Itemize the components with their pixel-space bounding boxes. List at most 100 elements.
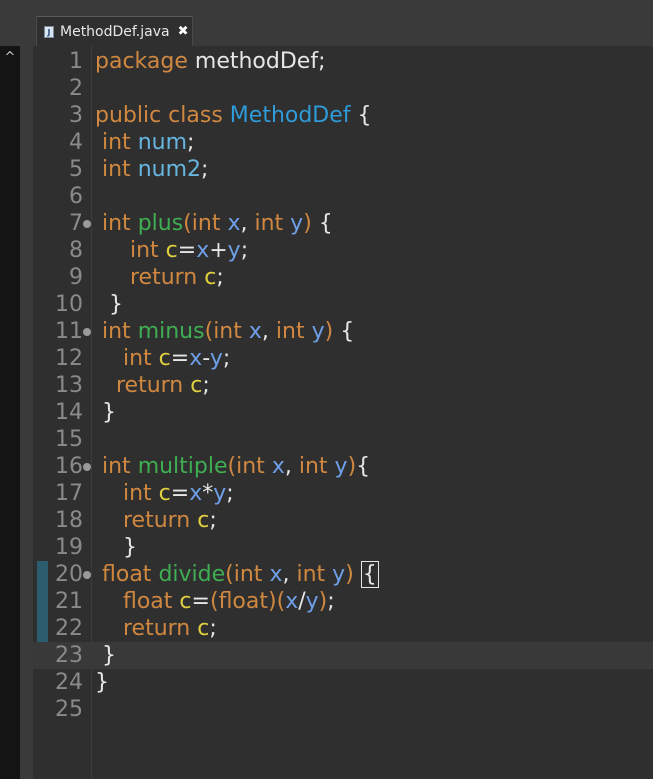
code-token: public class: [95, 103, 230, 128]
line-number: 6: [69, 184, 83, 209]
code-token: ): [318, 589, 328, 614]
code-token: return: [129, 265, 198, 290]
code-line[interactable]: 25: [33, 696, 653, 723]
code-line[interactable]: 18 return c;: [33, 507, 653, 534]
code-token: return: [122, 616, 191, 641]
code-token: }: [95, 670, 109, 695]
code-line[interactable]: 4 int num;: [33, 129, 653, 156]
code-text: }: [95, 669, 109, 696]
line-number: 23: [55, 643, 83, 668]
code-token: ,: [240, 211, 255, 236]
code-text: int plus(int x, int y) {: [95, 210, 333, 237]
fold-toggle-icon[interactable]: [83, 220, 91, 228]
fold-toggle-icon[interactable]: [83, 463, 91, 471]
code-token: int: [102, 157, 131, 182]
code-token: {: [311, 211, 333, 236]
code-line[interactable]: 9 return c;: [33, 264, 653, 291]
tab-methoddef-java[interactable]: J MethodDef.java ✖: [36, 16, 193, 46]
code-line[interactable]: 24}: [33, 669, 653, 696]
code-token: (: [227, 454, 237, 479]
code-line[interactable]: 10 }: [33, 291, 653, 318]
code-token: c: [204, 265, 217, 290]
code-line[interactable]: 7 int plus(int x, int y) {: [33, 210, 653, 237]
code-line[interactable]: 23 }: [33, 642, 653, 669]
code-line[interactable]: 21 float c=(float)(x/y);: [33, 588, 653, 615]
code-token: int: [102, 454, 131, 479]
code-line[interactable]: 16 int multiple(int x, int y){: [33, 453, 653, 480]
code-token: x: [196, 238, 210, 263]
fold-toggle-icon[interactable]: [83, 328, 91, 336]
code-text: int c=x*y;: [95, 480, 234, 507]
code-text: int num2;: [95, 156, 208, 183]
code-token: {: [360, 561, 379, 588]
code-line[interactable]: 20 float divide(int x, int y) {: [33, 561, 653, 588]
code-token: ): [268, 589, 277, 614]
code-line[interactable]: 13 return c;: [33, 372, 653, 399]
left-panel-strip: ^: [0, 0, 20, 779]
code-token: {: [333, 319, 355, 344]
line-number: 10: [55, 292, 83, 317]
code-editor[interactable]: 1 package methodDef; 2 3 public class Method…: [33, 46, 653, 779]
code-token: ;: [209, 508, 217, 533]
code-token: ;: [201, 157, 209, 182]
code-token: c: [158, 481, 171, 506]
code-token: c: [179, 589, 192, 614]
code-text: }: [95, 642, 116, 669]
code-line[interactable]: 6: [33, 183, 653, 210]
code-token: y: [311, 319, 325, 344]
code-token: }: [95, 535, 137, 560]
code-text: }: [95, 291, 123, 318]
code-line[interactable]: 19 }: [33, 534, 653, 561]
code-line[interactable]: 8 int c=x+y;: [33, 237, 653, 264]
code-line[interactable]: 12 int c=x-y;: [33, 345, 653, 372]
code-text: int num;: [95, 129, 194, 156]
code-token: ;: [202, 373, 210, 398]
chevron-up-icon[interactable]: ^: [0, 46, 20, 70]
code-line[interactable]: 15: [33, 426, 653, 453]
code-token: c: [165, 238, 178, 263]
code-line[interactable]: 5 int num2;: [33, 156, 653, 183]
code-line[interactable]: 17 int c=x*y;: [33, 480, 653, 507]
line-number: 11: [55, 319, 83, 344]
code-text: public class MethodDef {: [95, 102, 372, 129]
code-line[interactable]: 2: [33, 75, 653, 102]
fold-toggle-icon[interactable]: [83, 571, 91, 579]
code-token: return: [115, 373, 184, 398]
code-token: x: [189, 346, 203, 371]
code-token: int: [213, 319, 242, 344]
code-token: =: [191, 589, 210, 614]
code-text: float divide(int x, int y) {: [95, 561, 379, 588]
code-line[interactable]: 1 package methodDef;: [33, 48, 653, 75]
code-token: x: [269, 562, 283, 587]
code-token: float: [102, 562, 152, 587]
code-token: int: [233, 562, 263, 587]
code-token: ,: [261, 319, 276, 344]
line-number: 14: [55, 400, 83, 425]
code-token: -: [202, 346, 210, 371]
code-line[interactable]: 11 int minus(int x, int y) {: [33, 318, 653, 345]
panel-divider[interactable]: [20, 0, 33, 779]
code-token: ): [303, 211, 312, 236]
close-icon[interactable]: ✖: [178, 24, 189, 39]
code-token: ,: [284, 454, 299, 479]
code-line[interactable]: 22 return c;: [33, 615, 653, 642]
code-text: int multiple(int x, int y){: [95, 453, 370, 480]
line-number: 9: [69, 265, 83, 290]
code-token: y: [332, 562, 346, 587]
line-number: 19: [55, 535, 83, 560]
code-line[interactable]: 3 public class MethodDef {: [33, 102, 653, 129]
code-token: }: [95, 643, 116, 668]
code-token: ;: [226, 481, 234, 506]
code-line[interactable]: 14 }: [33, 399, 653, 426]
